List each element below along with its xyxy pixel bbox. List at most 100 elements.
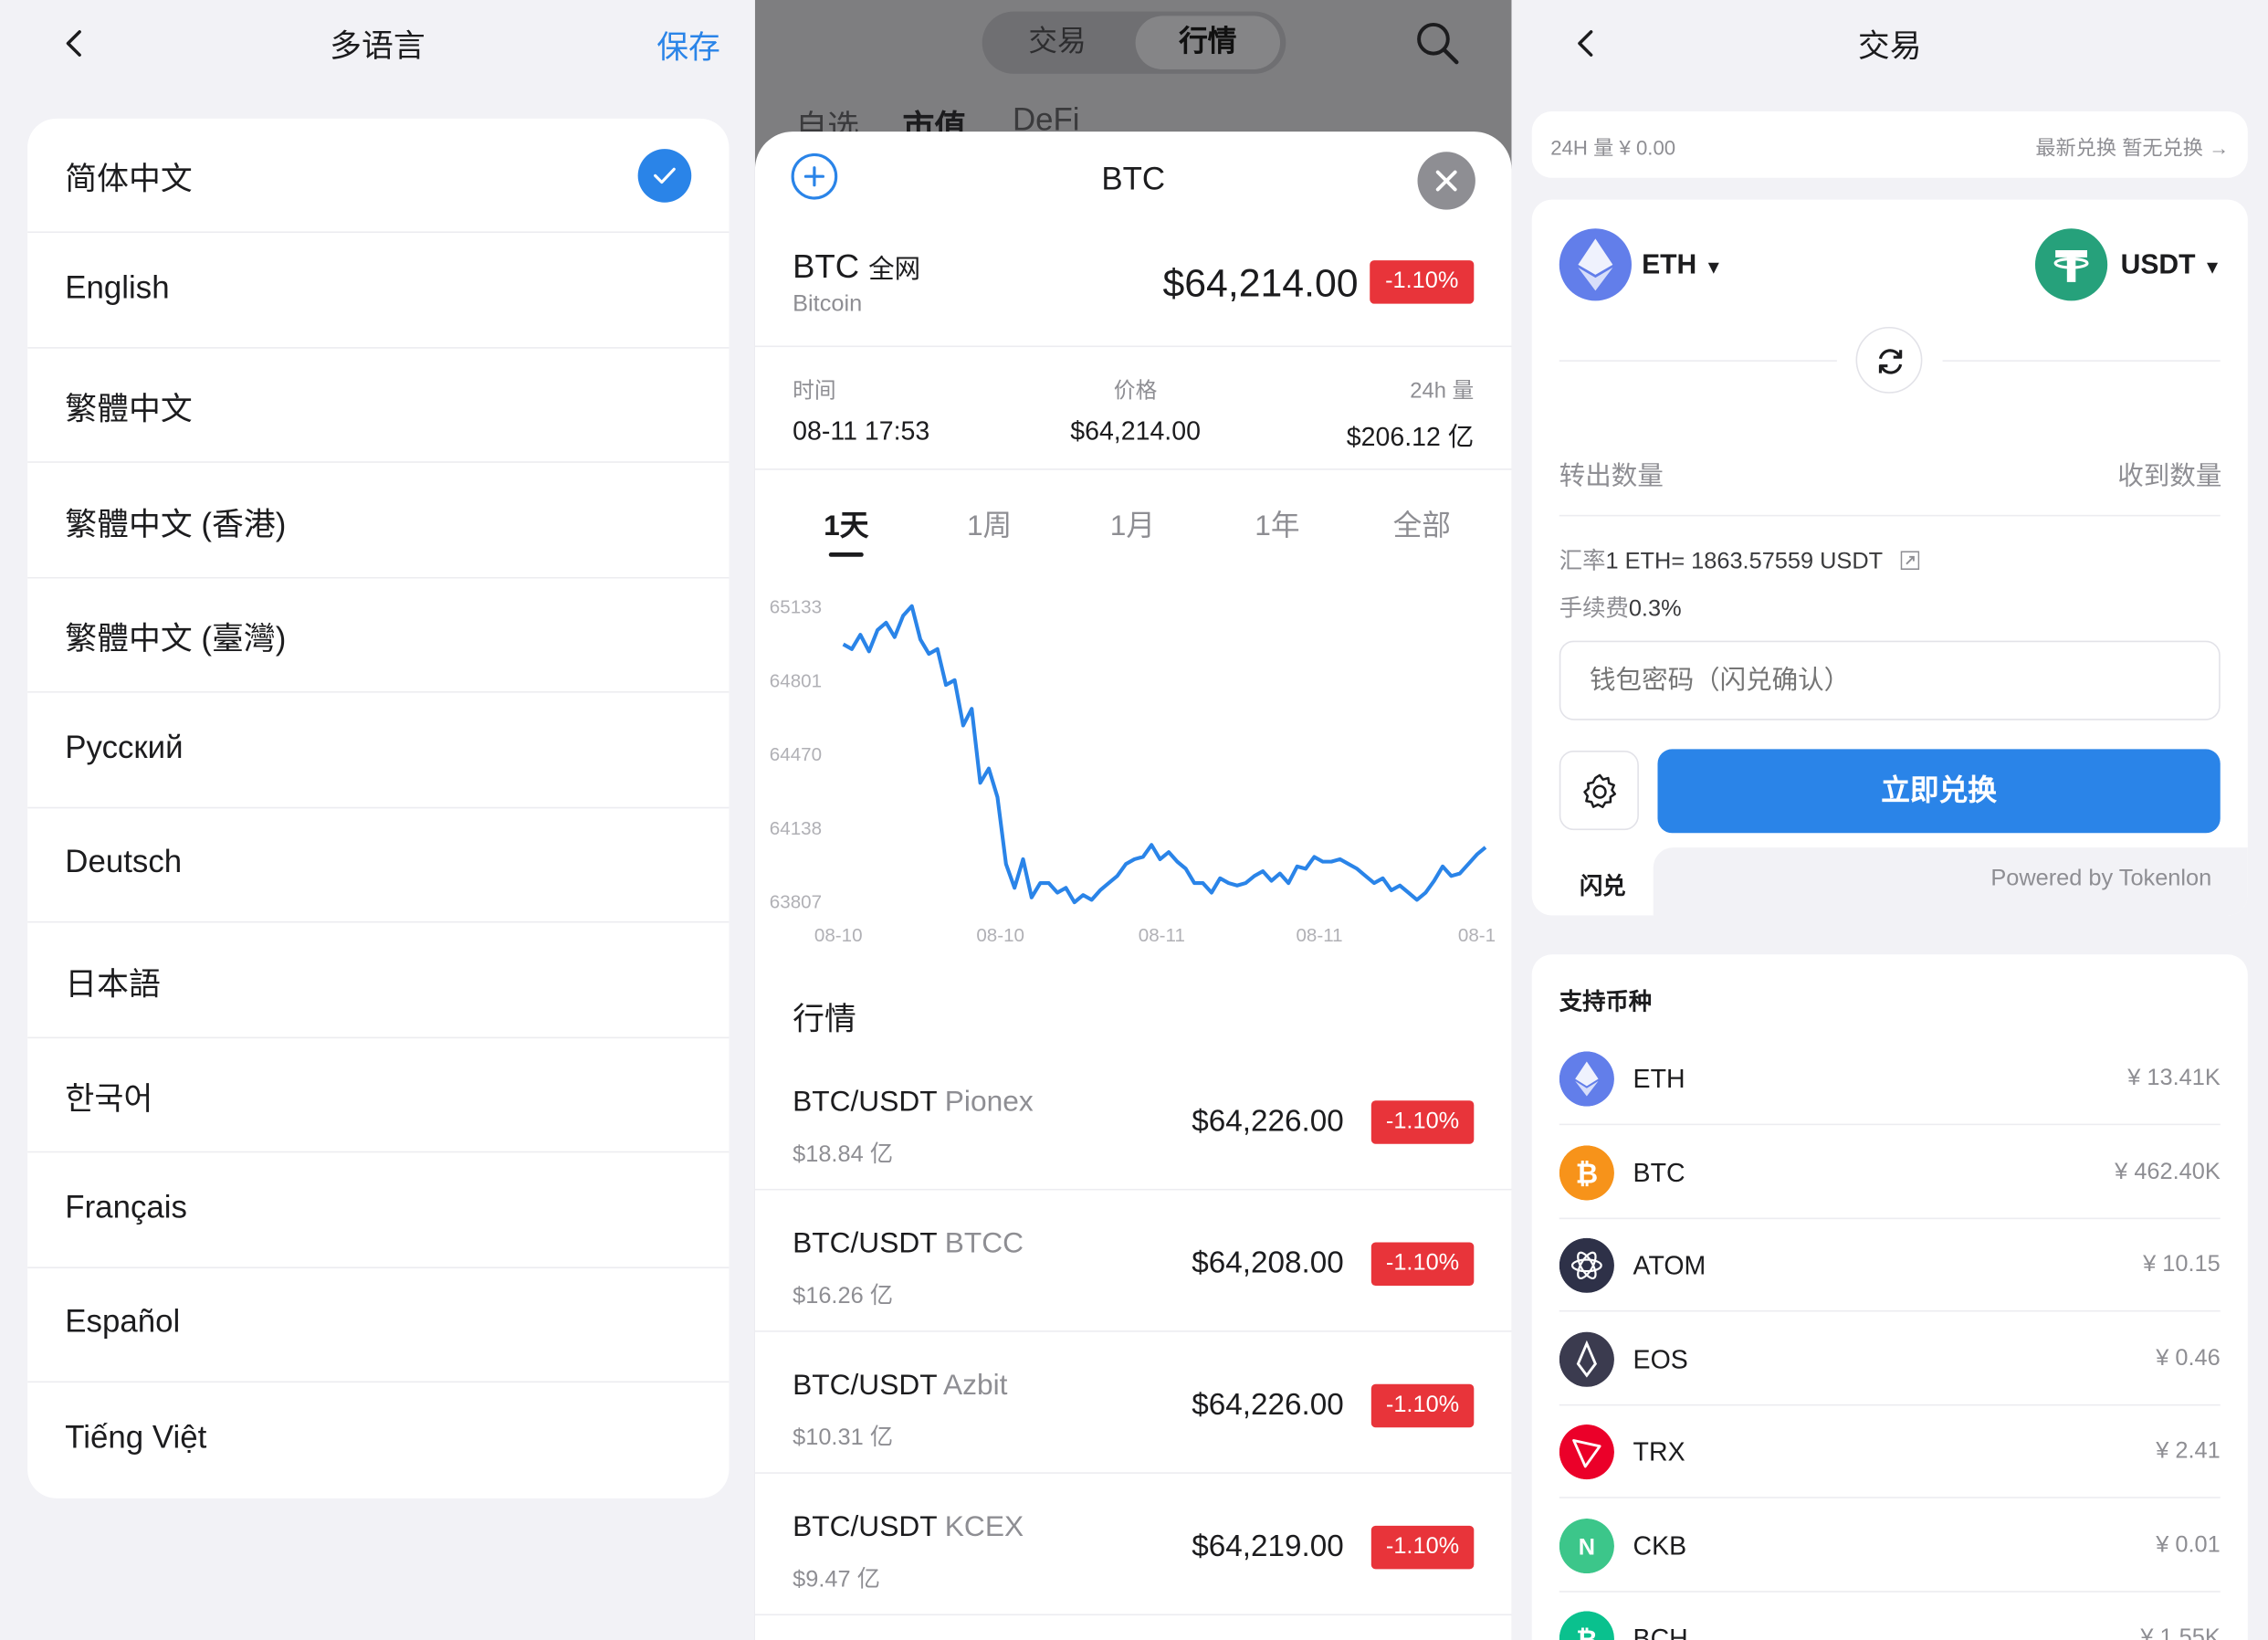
divider: [27, 920, 730, 923]
range-tab-all[interactable]: 全部: [1379, 502, 1465, 544]
pair-symbol: BTC/USDT: [793, 1511, 937, 1543]
stat-time-label: 时间: [793, 378, 836, 404]
asset-symbol: ETH: [1633, 1064, 1685, 1094]
atom-coin-icon: [1559, 1237, 1614, 1293]
language-option[interactable]: Deutsch: [27, 808, 730, 923]
divider: [27, 461, 730, 463]
out-amount-input[interactable]: 转出数量: [1559, 456, 1664, 493]
external-link-icon[interactable]: [1900, 551, 1919, 571]
divider: [27, 1381, 730, 1383]
language-option[interactable]: Tiếng Việt: [27, 1383, 729, 1498]
trx-coin-icon: [1559, 1424, 1614, 1480]
segment-trade[interactable]: 交易: [982, 12, 1133, 74]
asset-row[interactable]: EOS ¥ 0.46: [1511, 1312, 2268, 1405]
x-tick-label: 08-1: [1457, 924, 1496, 946]
svg-text:₿: ₿: [1576, 1626, 1597, 1640]
language-option[interactable]: 繁體中文 (臺灣): [27, 579, 730, 693]
language-option[interactable]: Русский: [27, 693, 730, 808]
market-price: $64,226.00: [1192, 1388, 1344, 1422]
asset-symbol: TRX: [1633, 1437, 1685, 1467]
coin-scope: 全网: [868, 254, 921, 284]
asset-symbol: EOS: [1633, 1344, 1688, 1373]
btc-coin-icon: ₿: [1559, 1144, 1614, 1200]
close-icon: [1435, 170, 1457, 192]
swap-info-bar[interactable]: 24H 量 ¥ 0.00 最新兑换 暂无兑换 →: [1531, 110, 2248, 178]
x-tick-label: 08-10: [976, 924, 1025, 946]
market-row[interactable]: BTC/USDT BTCC $16.26 亿 $64,208.00 -1.10%: [754, 1190, 1512, 1332]
x-tick-label: 08-11: [1296, 924, 1343, 946]
divider: [1942, 360, 2221, 362]
stat-price-value: $64,214.00: [1070, 416, 1201, 446]
range-tab-1d[interactable]: 1天: [803, 502, 889, 544]
stat-volume-value: $206.12 亿: [1346, 422, 1475, 452]
exchange-name: BTCC: [944, 1227, 1024, 1260]
range-tab-1m[interactable]: 1月: [1089, 502, 1176, 544]
asset-row[interactable]: ₿ BTC ¥ 462.40K: [1511, 1126, 2268, 1219]
eos-coin-icon: [1559, 1330, 1614, 1387]
language-option[interactable]: Français: [27, 1153, 730, 1268]
asset-row[interactable]: ETH ¥ 13.41K: [1511, 1033, 2268, 1126]
settings-button[interactable]: [1559, 750, 1639, 831]
divider: [1559, 514, 2221, 517]
close-button[interactable]: [1417, 152, 1475, 210]
asset-value: ¥ 0.46: [2156, 1345, 2221, 1371]
market-row[interactable]: BTC/USDT Pionex $18.84 亿 $64,226.00 -1.10%: [754, 1048, 1512, 1191]
market-screen: 交易 行情 自选 市值 DeFi BTC BTC 全网 Bitcoin $64,…: [754, 0, 1512, 1640]
stat-price-label: 价格: [1113, 378, 1158, 404]
market-pair: BTC/USDT BTCC: [793, 1228, 1024, 1261]
language-option[interactable]: 简体中文: [27, 119, 730, 233]
market-pair: BTC/USDT KCEX: [793, 1511, 1024, 1544]
asset-row[interactable]: TRX ¥ 2.41: [1511, 1405, 2268, 1498]
asset-value: ¥ 10.15: [2143, 1252, 2221, 1277]
divider: [1559, 1309, 2221, 1312]
dropdown-triangle-icon: ▼: [1704, 256, 1724, 279]
language-option[interactable]: English: [27, 234, 730, 348]
market-row[interactable]: BTC/USDT KCEX $9.47 亿 $64,219.00 -1.10%: [754, 1474, 1512, 1616]
language-option[interactable]: 繁體中文: [27, 349, 730, 463]
to-token-selector[interactable]: USDT ▼: [2121, 250, 2222, 282]
from-token-label: ETH: [1642, 249, 1697, 281]
eth-icon: [1559, 228, 1632, 301]
wallet-password-input[interactable]: [1559, 640, 2221, 720]
asset-row[interactable]: N CKB ¥ 0.01: [1511, 1499, 2268, 1592]
divider: [1559, 1403, 2221, 1405]
language-option[interactable]: 繁體中文 (香港): [27, 464, 730, 578]
market-pair: BTC/USDT Azbit: [793, 1370, 1007, 1403]
dropdown-triangle-icon: ▼: [2202, 256, 2222, 279]
language-option[interactable]: 日本語: [27, 923, 730, 1038]
exchange-rate: 汇率1 ETH= 1863.57559 USDT: [1559, 541, 1919, 575]
swap-direction-button[interactable]: [1855, 326, 1923, 394]
swap-now-button[interactable]: 立即兑换: [1657, 749, 2221, 834]
language-label: Deutsch: [65, 843, 183, 879]
divider: [754, 1614, 1512, 1616]
divider: [1559, 1497, 2221, 1498]
language-label: Tiếng Việt: [65, 1417, 207, 1455]
from-token-selector[interactable]: ETH ▼: [1642, 250, 1723, 282]
flash-swap-tab[interactable]: 闪兑: [1580, 867, 1626, 901]
segment-market[interactable]: 行情: [1135, 16, 1281, 70]
language-label: 繁體中文 (香港): [65, 505, 287, 542]
language-option[interactable]: 한국어: [27, 1038, 730, 1153]
coin-fullname: Bitcoin: [793, 291, 863, 317]
coin-name: BTC 全网: [793, 247, 920, 287]
save-button[interactable]: 保存: [656, 22, 720, 68]
gear-icon: [1583, 773, 1617, 809]
eth-diamond-icon: [1578, 238, 1613, 291]
asset-row[interactable]: ATOM ¥ 10.15: [1511, 1219, 2268, 1312]
asset-value: ¥ 462.40K: [2115, 1159, 2221, 1184]
range-tab-1y[interactable]: 1年: [1234, 502, 1320, 544]
range-tab-1w[interactable]: 1周: [946, 502, 1033, 544]
ckb-coin-icon: N: [1559, 1518, 1614, 1573]
stat-time-value: 08-11 17:53: [793, 416, 930, 446]
in-amount-input[interactable]: 收到数量: [2117, 456, 2221, 493]
pair-symbol: BTC/USDT: [793, 1227, 937, 1260]
latest-swap-link[interactable]: 最新兑换 暂无兑换 →: [2035, 133, 2229, 163]
market-row[interactable]: BTC/USDT Azbit $10.31 亿 $64,226.00 -1.10%: [754, 1332, 1512, 1474]
tether-icon: [2053, 249, 2089, 282]
language-option[interactable]: Español: [27, 1268, 730, 1383]
search-icon[interactable]: [1414, 20, 1461, 67]
asset-row[interactable]: ₿ BCH ¥ 1.55K: [1511, 1593, 2268, 1640]
divider: [27, 576, 730, 578]
market-price: $64,219.00: [1192, 1530, 1344, 1564]
language-label: 繁體中文: [65, 390, 193, 427]
